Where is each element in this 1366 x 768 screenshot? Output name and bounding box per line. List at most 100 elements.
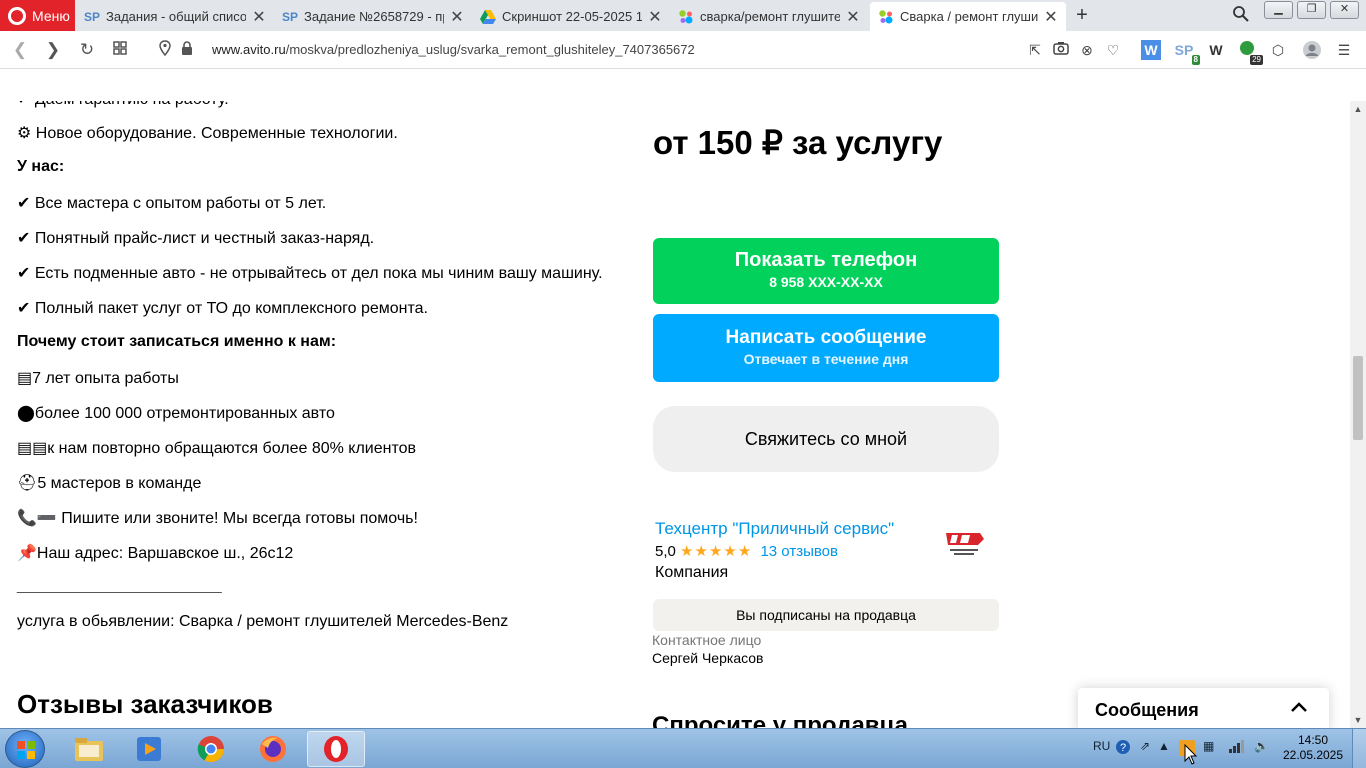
tab-strip: Меню SP Задания - общий список з ✕ SP За… xyxy=(0,0,1366,31)
menu-label: Меню xyxy=(32,7,70,24)
phone-number: 8 958 XXX-XX-XX xyxy=(769,274,883,290)
address-bar: ❮ ❯ ↻ www.avito.ru/moskva/predlozheniya_… xyxy=(0,31,1366,69)
opera-taskbar-icon[interactable] xyxy=(307,731,365,767)
cube-icon[interactable]: ⬡ xyxy=(1268,40,1288,60)
tab-3[interactable]: Скриншот 22-05-2025 142 ✕ xyxy=(472,2,670,31)
show-hidden-icons-icon[interactable]: ▲ xyxy=(1158,739,1170,753)
minimize-button[interactable]: ▁ xyxy=(1264,1,1293,19)
description-divider: _______________________ xyxy=(17,577,222,594)
opera-menu-button[interactable]: Меню xyxy=(0,0,75,31)
new-tab-button[interactable]: + xyxy=(1072,4,1092,26)
chrome-taskbar-icon[interactable] xyxy=(182,731,240,767)
tab-2[interactable]: SP Задание №2658729 - про ✕ xyxy=(274,2,472,31)
w-extension-icon[interactable]: W xyxy=(1206,40,1226,60)
description-line: 📞➖ Пишите или звоните! Мы всегда готовы … xyxy=(17,510,418,527)
language-indicator[interactable]: RU xyxy=(1093,739,1110,753)
url-path: /moskva/predlozheniya_uslug/svarka_remon… xyxy=(285,42,695,57)
system-clock[interactable]: 14:50 22.05.2025 xyxy=(1282,733,1344,763)
extension-badge: 29 xyxy=(1250,55,1263,65)
keyboard-settings-icon[interactable]: ⇗ xyxy=(1140,739,1150,753)
start-button[interactable] xyxy=(5,730,45,768)
description-line: ✔ Есть подменные авто - не отрывайтесь о… xyxy=(17,265,603,282)
chevron-up-icon[interactable] xyxy=(1289,698,1309,718)
url-field[interactable]: www.avito.ru/moskva/predlozheniya_uslug/… xyxy=(212,42,695,57)
profile-avatar-icon[interactable] xyxy=(1302,40,1322,60)
sp-extension-icon[interactable]: SP 8 xyxy=(1174,40,1200,65)
price: от 150 ₽ за услугу xyxy=(653,124,943,161)
top-spacer xyxy=(0,69,1366,101)
help-icon[interactable]: ? xyxy=(1115,739,1131,758)
reply-time: Отвечает в течение дня xyxy=(743,351,909,367)
description-line: ▤▤к нам повторно обращаются более 80% кл… xyxy=(17,440,417,457)
sp-icon: SP xyxy=(282,9,299,24)
seller-type: Компания xyxy=(655,564,729,581)
seller-name-link[interactable]: Техцентр "Приличный сервис" xyxy=(655,519,894,539)
firefox-taskbar-icon[interactable] xyxy=(244,731,302,767)
seller-logo[interactable] xyxy=(940,521,988,561)
messages-panel[interactable]: Сообщения xyxy=(1078,688,1329,728)
camera-icon[interactable] xyxy=(1051,40,1071,60)
description-line: 📌Наш адрес: Варшавское ш., 26с12 xyxy=(17,545,294,562)
show-phone-button[interactable]: Показать телефон 8 958 XXX-XX-XX xyxy=(653,238,999,304)
rating-value: 5,0 xyxy=(655,543,676,560)
location-pin-icon[interactable] xyxy=(155,40,175,60)
word-extension-icon[interactable]: W xyxy=(1141,40,1161,60)
lock-icon[interactable] xyxy=(177,40,197,60)
tab-close-icon[interactable]: ✕ xyxy=(450,7,464,27)
reviews-heading: Отзывы заказчиков xyxy=(17,689,273,719)
adblock-icon[interactable]: ⊗ xyxy=(1077,40,1097,60)
page-scrollbar[interactable]: ▲ ▼ xyxy=(1350,101,1366,728)
contact-me-button[interactable]: Свяжитесь со мной xyxy=(653,406,999,472)
description-line: ✔ Понятный прайс-лист и честный заказ-на… xyxy=(17,230,375,247)
show-desktop-button[interactable] xyxy=(1352,729,1366,768)
mouse-cursor-icon xyxy=(1184,743,1198,766)
tab-1[interactable]: SP Задания - общий список з ✕ xyxy=(76,2,274,31)
description-line: Почему стоит записаться именно к нам: xyxy=(17,333,337,350)
taskbar: RU ? ⇗ ▲ ▦ 🔈 14:50 22.05.2025 xyxy=(0,728,1366,768)
tab-close-icon[interactable]: ✕ xyxy=(252,7,266,27)
search-tabs-icon[interactable] xyxy=(1232,5,1252,25)
reload-icon[interactable]: ↻ xyxy=(77,40,97,60)
volume-icon[interactable]: 🔈 xyxy=(1254,739,1269,753)
back-icon[interactable]: ❮ xyxy=(10,40,30,60)
avito-icon xyxy=(878,9,894,25)
tab-4[interactable]: сварка/ремонт глушителе ✕ xyxy=(670,2,868,31)
description-line: услуга в обьявлении: Сварка / ремонт глу… xyxy=(17,613,509,630)
svg-text:?: ? xyxy=(1120,742,1126,754)
speed-dial-icon[interactable] xyxy=(110,40,130,60)
explorer-taskbar-icon[interactable] xyxy=(60,731,118,767)
description-line: ⛑5 мастеров в команде xyxy=(17,475,202,492)
tab-5-active[interactable]: Сварка / ремонт глушите ✕ xyxy=(870,2,1066,31)
tab-label: Сварка / ремонт глушите xyxy=(900,9,1038,24)
tab-label: Задания - общий список з xyxy=(106,9,246,24)
tab-close-icon[interactable]: ✕ xyxy=(648,7,662,27)
clock-time: 14:50 xyxy=(1297,733,1329,747)
scroll-thumb[interactable] xyxy=(1353,356,1363,440)
window-controls: ▁ ❐ ✕ xyxy=(1264,1,1359,19)
reviews-link[interactable]: 13 отзывов xyxy=(760,543,838,560)
description-line: ⚙ Новое оборудование. Современные технол… xyxy=(17,125,398,142)
scroll-up-arrow-icon[interactable]: ▲ xyxy=(1350,101,1366,117)
network-drive-icon[interactable]: ▦ xyxy=(1203,739,1214,753)
write-message-button[interactable]: Написать сообщение Отвечает в течение дн… xyxy=(653,314,999,382)
seller-rating: 5,0 ★★★★★ 13 отзывов xyxy=(655,542,838,560)
easy-setup-icon[interactable]: ☰ xyxy=(1334,40,1354,60)
description-line: ⬤более 100 000 отремонтированных авто xyxy=(17,405,335,422)
sp-icon: SP xyxy=(84,9,101,24)
tab-close-icon[interactable]: ✕ xyxy=(1044,7,1058,27)
page-content: ✓ Даём гарантию на работу. ⚙ Новое обору… xyxy=(0,101,1350,728)
contact-person-label: Контактное лицо xyxy=(652,632,762,648)
subscribed-button[interactable]: Вы подписаны на продавца xyxy=(653,599,999,631)
heart-icon[interactable]: ♡ xyxy=(1103,40,1123,60)
media-player-taskbar-icon[interactable] xyxy=(120,731,178,767)
description-line-partial: ✓ Даём гарантию на работу. xyxy=(17,101,229,109)
forward-icon[interactable]: ❯ xyxy=(43,40,63,60)
network-signal-icon[interactable] xyxy=(1228,739,1244,756)
scroll-down-arrow-icon[interactable]: ▼ xyxy=(1350,712,1366,728)
green-extension-icon[interactable]: 29 xyxy=(1237,40,1263,65)
share-icon[interactable]: ⇱ xyxy=(1025,40,1045,60)
maximize-button[interactable]: ❐ xyxy=(1297,1,1326,19)
close-window-button[interactable]: ✕ xyxy=(1330,1,1359,19)
rating-stars-icon: ★★★★★ xyxy=(680,543,753,560)
tab-close-icon[interactable]: ✕ xyxy=(846,7,860,27)
